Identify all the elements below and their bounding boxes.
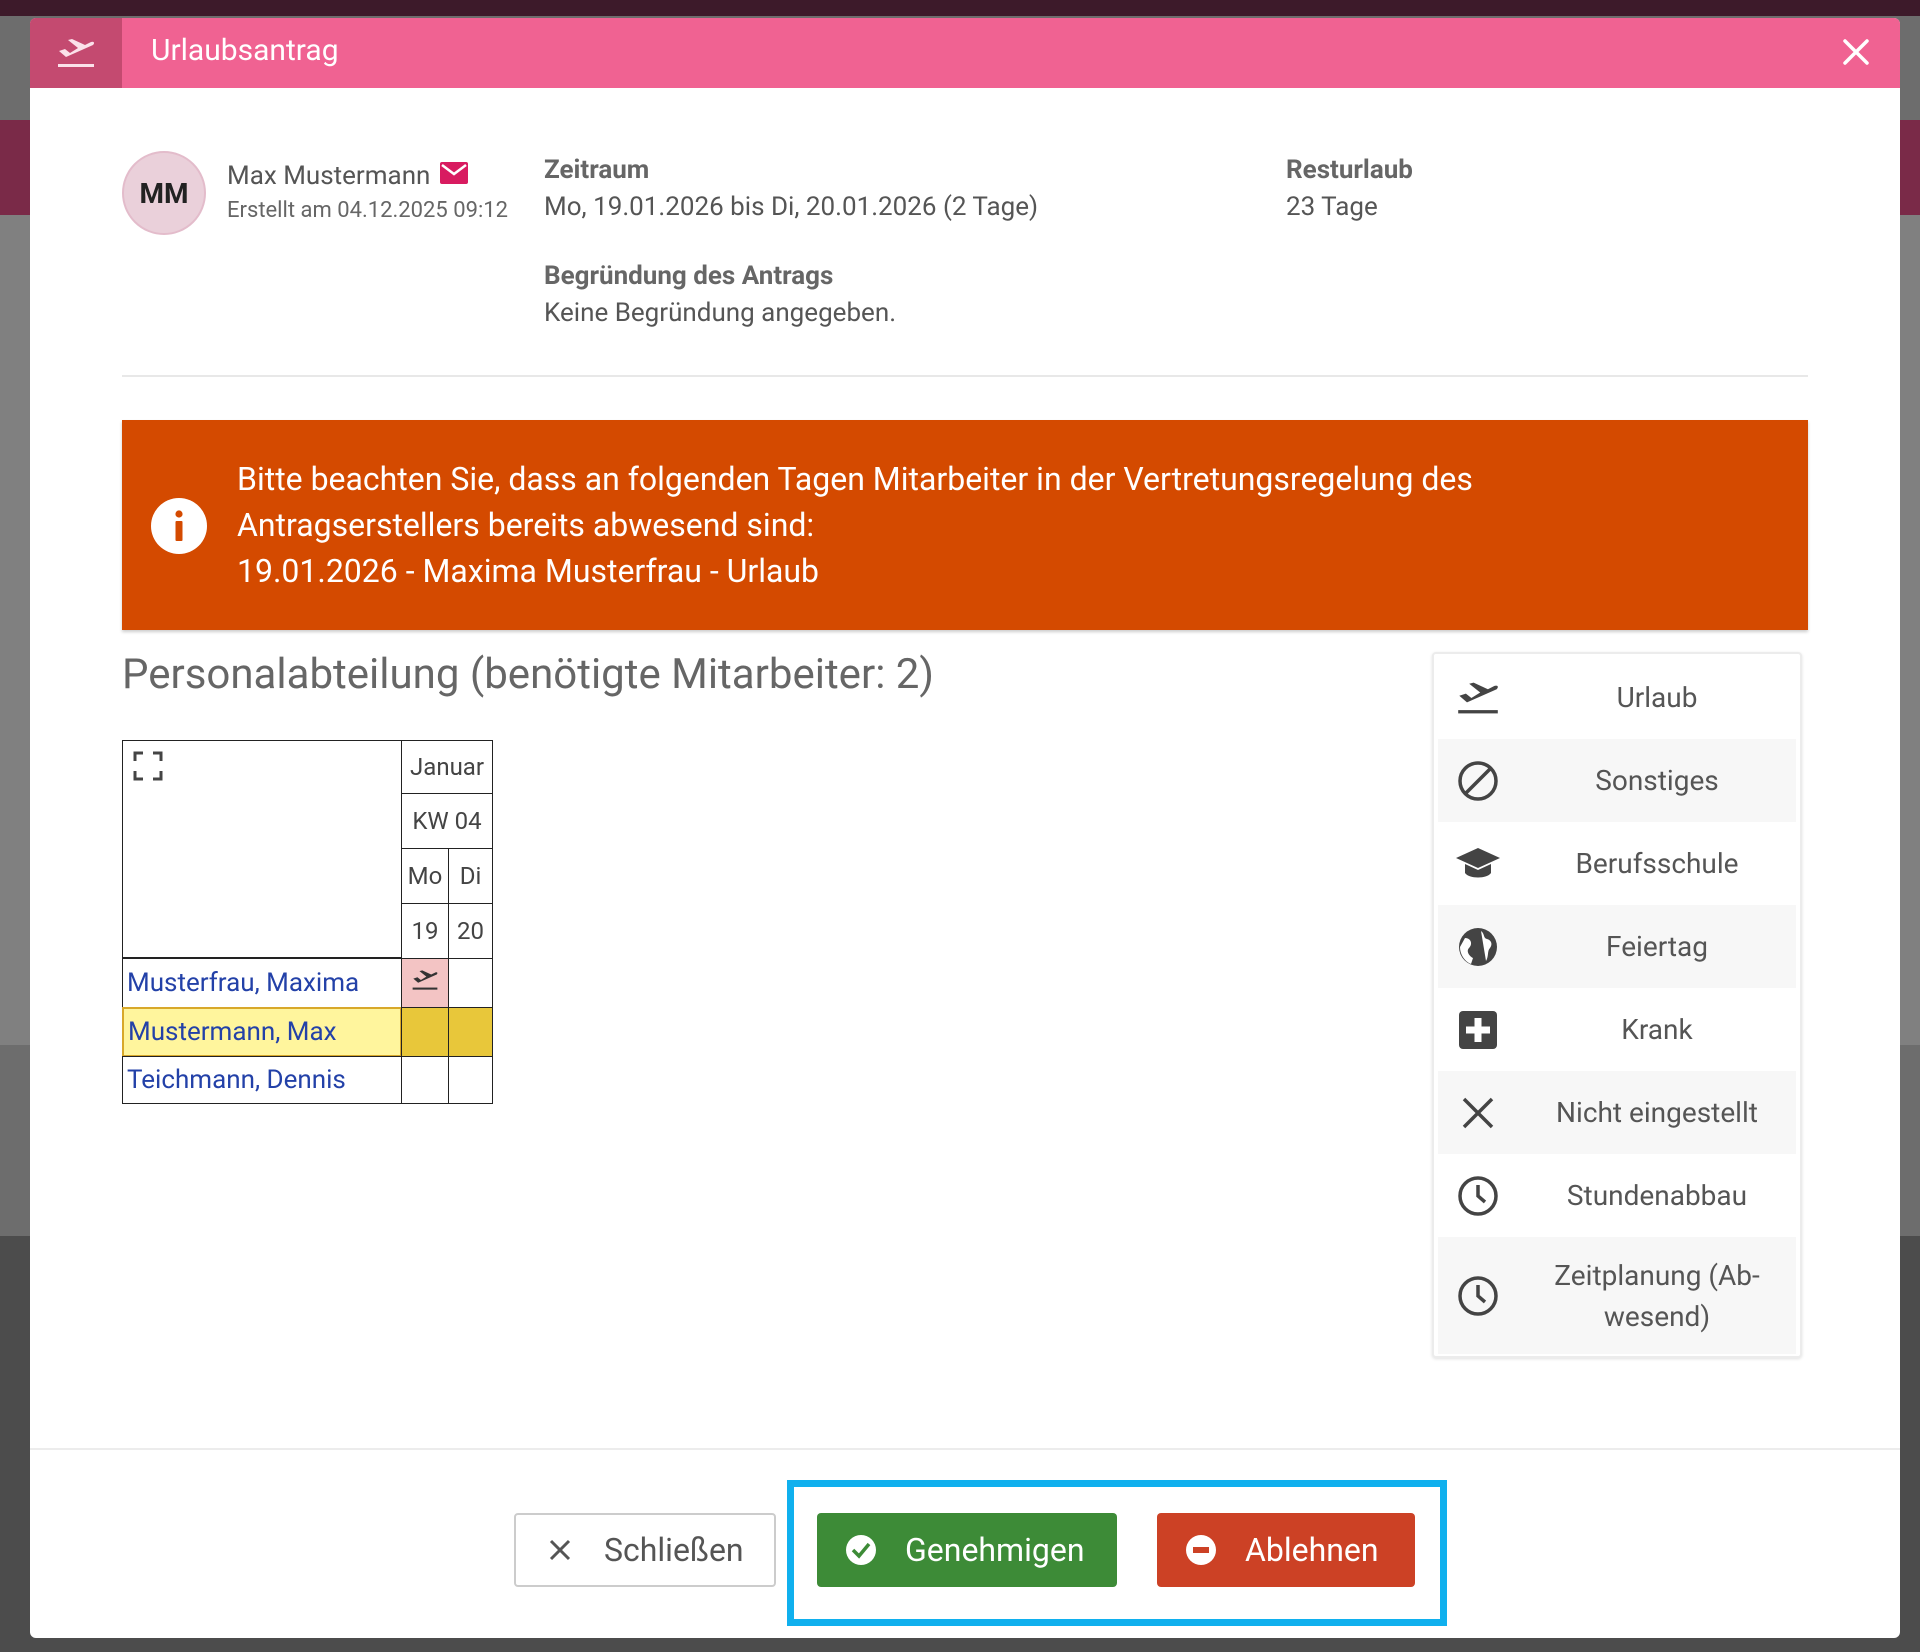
requester-name[interactable]: Max Mustermann [227,161,469,191]
created-timestamp: Erstellt am 04.12.2025 09:12 [227,198,509,223]
approve-button[interactable]: Genehmigen [817,1513,1117,1587]
alert-message: Bitte beachten Sie, dass an folgenden Ta… [237,456,1737,594]
plane-departure-icon [1438,680,1518,716]
employee-link[interactable]: Teichmann, Dennis [122,1056,402,1104]
calendar-cell[interactable] [448,1056,493,1104]
alert-line-2: Antragserstellers bereits abwesend sind: [237,506,815,544]
reject-button-label: Ablehnen [1245,1531,1379,1569]
reject-button[interactable]: Ablehnen [1157,1513,1415,1587]
legend-item-nicht-eingestellt: Nicht eingestellt [1438,1071,1796,1154]
legend-label: Urlaub [1616,681,1698,714]
dialog-title: Urlaubsantrag [151,33,339,68]
calendar-cell[interactable] [401,1056,449,1104]
dialog-header: Urlaubsantrag [30,18,1900,88]
legend-item-krank: Krank [1438,988,1796,1071]
legend-item-sonstiges: Sonstiges [1438,739,1796,822]
footer-divider [30,1448,1900,1450]
clock-icon [1438,1175,1518,1217]
approve-button-label: Genehmigen [905,1531,1085,1569]
close-button[interactable]: Schließen [514,1513,776,1587]
employee-link[interactable]: Mustermann, Max [122,1007,402,1057]
legend-item-zeitplanung: Zeitplanung (Ab- wesend) [1438,1237,1796,1354]
legend-item-feiertag: Feiertag [1438,905,1796,988]
plane-departure-icon [411,969,439,997]
remaining-value: 23 Tage [1286,192,1378,222]
calendar-day-mo: Mo [401,848,449,904]
legend-label: Berufsschule [1575,847,1739,880]
close-button-label: Schließen [604,1531,744,1569]
employee-link[interactable]: Musterfrau, Maxima [122,958,402,1008]
legend-label: Zeitplanung (Ab- wesend) [1554,1258,1760,1333]
avatar: MM [122,151,206,235]
calendar-cell-requested[interactable] [448,1007,493,1057]
legend-item-berufsschule: Berufsschule [1438,822,1796,905]
alert-line-1: Bitte beachten Sie, dass an folgenden Ta… [237,460,1473,498]
close-icon[interactable] [1836,32,1876,72]
x-icon [1438,1096,1518,1130]
divider [122,375,1808,377]
period-label: Zeitraum [544,155,650,185]
calendar-corner [122,740,402,958]
period-value: Mo, 19.01.2026 bis Di, 20.01.2026 (2 Tag… [544,192,1039,222]
envelope-icon[interactable] [440,161,469,191]
remaining-label: Resturlaub [1286,155,1413,185]
reason-label: Begründung des Antrags [544,261,834,291]
absence-warning-alert: Bitte beachten Sie, dass an folgenden Ta… [122,420,1808,630]
calendar-date-20: 20 [448,903,493,959]
legend-item-urlaub: Urlaub [1438,656,1796,739]
department-title: Personalabteilung (benötigte Mitarbeiter… [122,650,935,699]
ban-icon [1438,760,1518,802]
vacation-request-dialog: Urlaubsantrag MM Max Mustermann Erstellt… [30,18,1900,1638]
alert-line-3: 19.01.2026 - Maxima Musterfrau - Urlaub [237,552,819,590]
absence-legend: Urlaub Sonstiges Berufsschule Feiertag K… [1432,652,1802,1358]
check-circle-icon [817,1534,905,1566]
calendar-date-19: 19 [401,903,449,959]
close-icon [516,1539,604,1561]
calendar-month: Januar [401,740,493,794]
calendar-day-di: Di [448,848,493,904]
background-topbar [0,0,1920,16]
reason-value: Keine Begründung angegeben. [544,298,897,328]
info-icon [151,498,207,554]
legend-label: Sonstiges [1595,764,1719,797]
expand-icon[interactable] [133,751,163,787]
requester-name-text: Max Mustermann [227,161,431,191]
medical-plus-icon [1438,1010,1518,1050]
legend-label: Feiertag [1606,930,1708,963]
minus-circle-icon [1157,1534,1245,1566]
calendar-week: KW 04 [401,793,493,849]
calendar-cell-requested[interactable] [401,1007,449,1057]
legend-label: Stundenabbau [1566,1179,1748,1212]
plane-departure-icon [30,18,122,88]
legend-label: Krank [1621,1013,1693,1046]
globe-icon [1438,926,1518,968]
calendar-cell-vacation[interactable] [401,958,449,1008]
legend-item-stundenabbau: Stundenabbau [1438,1154,1796,1237]
legend-label: Nicht eingestellt [1556,1096,1758,1129]
graduation-cap-icon [1438,845,1518,883]
clock-icon [1438,1275,1518,1317]
calendar-cell[interactable] [448,958,493,1008]
